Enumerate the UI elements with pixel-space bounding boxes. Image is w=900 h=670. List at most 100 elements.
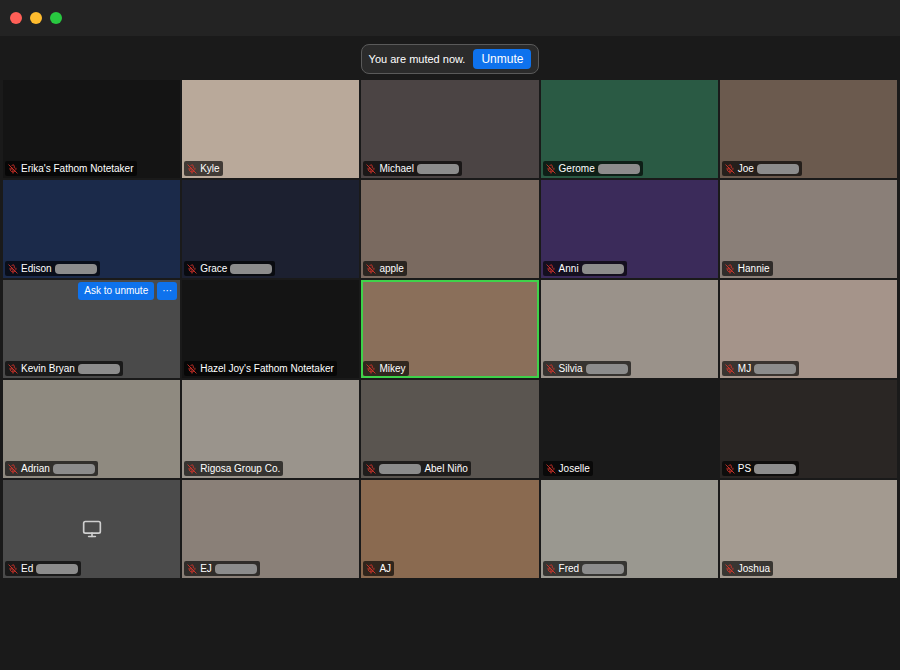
participant-label: Joselle [543, 461, 593, 476]
participant-label: Erika's Fathom Notetaker [5, 161, 137, 176]
muted-mic-icon [8, 264, 18, 274]
muted-mic-icon [8, 464, 18, 474]
redacted-name [36, 564, 78, 574]
redacted-name [582, 564, 624, 574]
participant-tile[interactable]: PS [720, 380, 897, 478]
muted-mic-icon [187, 264, 197, 274]
participant-label: Hannie [722, 261, 773, 276]
participant-label: Ed [5, 561, 81, 576]
camera-off-icon [82, 519, 102, 539]
redacted-name [230, 264, 272, 274]
muted-mic-icon [725, 464, 735, 474]
participant-label: Edison [5, 261, 100, 276]
participant-tile[interactable]: Hannie [720, 180, 897, 278]
participant-label: Kyle [184, 161, 222, 176]
muted-mic-icon [187, 564, 197, 574]
muted-mic-icon [725, 564, 735, 574]
redacted-name [53, 464, 95, 474]
redacted-name [215, 564, 257, 574]
more-button[interactable]: ··· [157, 282, 177, 300]
muted-mic-icon [546, 564, 556, 574]
muted-mic-icon [546, 164, 556, 174]
participant-tile[interactable]: Joe [720, 80, 897, 178]
gallery-grid: Erika's Fathom Notetaker Kyle Michael Gerom… [0, 80, 900, 578]
redacted-name [582, 264, 624, 274]
participant-label: Rigosa Group Co. [184, 461, 283, 476]
muted-mic-icon [725, 164, 735, 174]
ask-to-unmute-button[interactable]: Ask to unmute [78, 282, 154, 300]
muted-mic-icon [187, 364, 197, 374]
muted-mic-icon [366, 164, 376, 174]
participant-label: AJ [363, 561, 394, 576]
participant-tile[interactable]: Erika's Fathom Notetaker [3, 80, 180, 178]
redacted-name [754, 364, 796, 374]
redacted-name [417, 164, 459, 174]
muted-mic-icon [187, 164, 197, 174]
participant-tile[interactable]: Ask to unmute··· Kevin Bryan [3, 280, 180, 378]
participant-tile[interactable]: Ed [3, 480, 180, 578]
participant-tile[interactable]: Hazel Joy's Fathom Notetaker [182, 280, 359, 378]
redacted-name [754, 464, 796, 474]
participant-label: Kevin Bryan [5, 361, 123, 376]
participant-tile[interactable]: Rigosa Group Co. [182, 380, 359, 478]
unmute-button[interactable]: Unmute [473, 49, 531, 69]
participant-tile[interactable]: Abel Niño [361, 380, 538, 478]
participant-tile[interactable]: Silvia [541, 280, 718, 378]
redacted-name [379, 464, 421, 474]
participant-tile[interactable]: Grace [182, 180, 359, 278]
participant-tile[interactable]: MJ [720, 280, 897, 378]
muted-mic-icon [366, 564, 376, 574]
participant-label: Joe [722, 161, 802, 176]
muted-mic-icon [546, 364, 556, 374]
participant-label: Grace [184, 261, 275, 276]
participant-tile[interactable]: AJ [361, 480, 538, 578]
muted-mic-icon [8, 164, 18, 174]
participant-tile[interactable]: EJ [182, 480, 359, 578]
participant-label: Silvia [543, 361, 631, 376]
participant-label: Hazel Joy's Fathom Notetaker [184, 361, 337, 376]
participant-tile[interactable]: apple [361, 180, 538, 278]
minimize-button[interactable] [30, 12, 42, 24]
muted-mic-icon [8, 364, 18, 374]
zoom-button[interactable] [50, 12, 62, 24]
participant-label: Adrian [5, 461, 98, 476]
redacted-name [757, 164, 799, 174]
participant-tile[interactable]: Joselle [541, 380, 718, 478]
muted-mic-icon [187, 464, 197, 474]
participant-tile[interactable]: Michael [361, 80, 538, 178]
participant-label: Anni [543, 261, 627, 276]
redacted-name [598, 164, 640, 174]
participant-tile[interactable]: Kyle [182, 80, 359, 178]
participant-label: Abel Niño [363, 461, 470, 476]
redacted-name [586, 364, 628, 374]
redacted-name [78, 364, 120, 374]
muted-mic-icon [725, 364, 735, 374]
participant-label: apple [363, 261, 406, 276]
participant-tile[interactable]: Joshua [720, 480, 897, 578]
participant-label: Gerome [543, 161, 643, 176]
participant-label: PS [722, 461, 799, 476]
participant-tile[interactable]: Edison [3, 180, 180, 278]
participant-label: Joshua [722, 561, 773, 576]
participant-tile[interactable]: Adrian [3, 380, 180, 478]
title-bar [0, 0, 900, 36]
participant-label: EJ [184, 561, 260, 576]
participant-tile[interactable]: Fred [541, 480, 718, 578]
participant-label: Fred [543, 561, 628, 576]
participant-tile[interactable]: Gerome [541, 80, 718, 178]
zoom-window: You are muted now.Unmute Erika's Fathom N… [0, 0, 900, 670]
participant-tile[interactable]: Anni [541, 180, 718, 278]
muted-mic-icon [366, 464, 376, 474]
muted-mic-icon [8, 564, 18, 574]
muted-mic-icon [546, 464, 556, 474]
close-button[interactable] [10, 12, 22, 24]
participant-tile[interactable]: Mikey [361, 280, 538, 378]
muted-mic-icon [546, 264, 556, 274]
muted-mic-icon [725, 264, 735, 274]
muted-banner: You are muted now.Unmute [361, 44, 540, 74]
redacted-name [55, 264, 97, 274]
participant-label: Michael [363, 161, 461, 176]
muted-mic-icon [366, 364, 376, 374]
participant-label: MJ [722, 361, 799, 376]
muted-mic-icon [366, 264, 376, 274]
